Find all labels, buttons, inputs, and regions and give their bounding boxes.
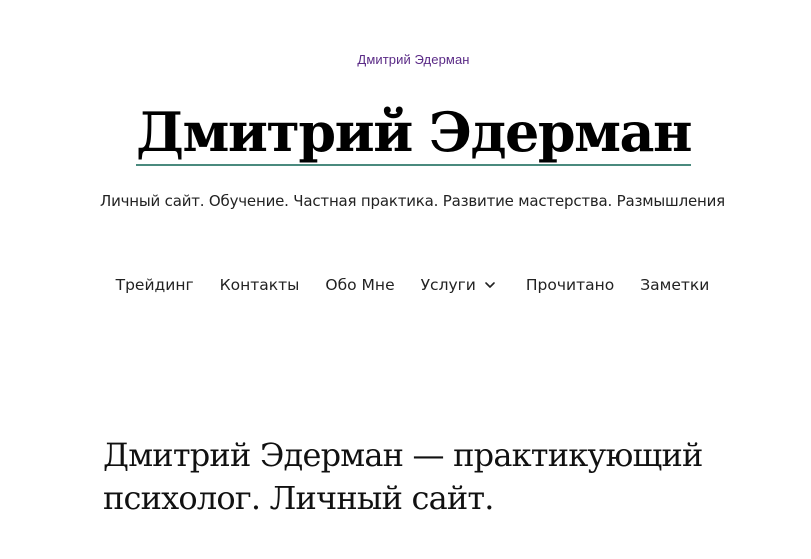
nav-item-trading[interactable]: Трейдинг (116, 276, 194, 294)
site-title: Дмитрий Эдерман (0, 100, 811, 166)
nav-item-label: Трейдинг (115, 276, 194, 294)
nav-item-label: Обо Мне (325, 276, 395, 294)
nav-item-about[interactable]: Обо Мне (325, 276, 394, 294)
nav-item-notes[interactable]: Заметки (640, 276, 709, 294)
nav-item-label: Заметки (640, 276, 710, 294)
site-title-link[interactable]: Дмитрий Эдерман (135, 100, 693, 166)
primary-navigation: Трейдинг Контакты Обо Мне Услуги Прочита… (0, 276, 811, 294)
nav-item-label: Услуги (420, 276, 476, 294)
nav-item-label: Контакты (219, 276, 300, 294)
site-logo-link[interactable]: Дмитрий Эдерман (0, 52, 811, 67)
site-description: Личный сайт. Обучение. Частная практика.… (100, 192, 725, 210)
nav-item-contacts[interactable]: Контакты (220, 276, 300, 294)
nav-item-services[interactable]: Услуги (421, 276, 500, 294)
chevron-down-icon[interactable] (484, 279, 496, 291)
nav-item-read[interactable]: Прочитано (526, 276, 614, 294)
nav-item-label: Прочитано (525, 276, 615, 294)
entry-title: Дмитрий Эдерман — практикующий психолог.… (103, 436, 703, 517)
